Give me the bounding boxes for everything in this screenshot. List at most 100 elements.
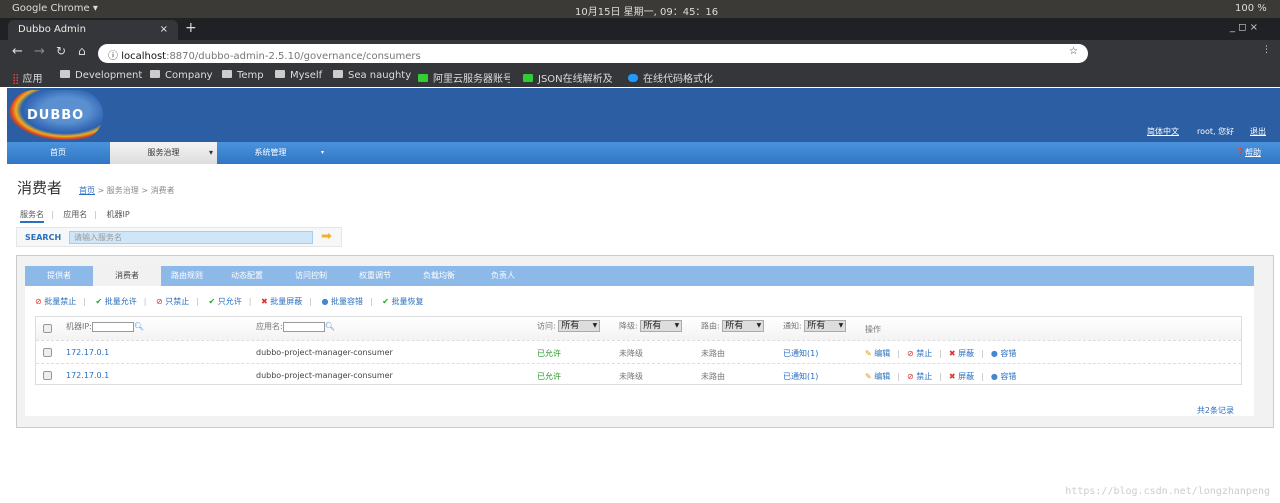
pencil-icon: ✎ (865, 372, 872, 381)
search-input[interactable]: 请输入服务名 (69, 231, 313, 244)
help-link[interactable]: ❓帮助 (1235, 142, 1261, 164)
back-icon[interactable]: ← (12, 44, 23, 59)
batch-allow[interactable]: ✔ 批量允许 (96, 297, 137, 306)
search-label: SEARCH (25, 233, 62, 242)
tab-title: Dubbo Admin (18, 24, 86, 35)
forbid-button[interactable]: ⊘ 禁止 (907, 349, 932, 358)
main-nav: 首页 服务治理 ▾ 系统管理 ▾ ❓帮助 (7, 142, 1280, 164)
window-controls[interactable]: _ ◻ × (1230, 22, 1258, 33)
bookmark[interactable]: 阿里云服务器账号 (418, 70, 510, 85)
search-tab-app[interactable]: 应用名 (63, 210, 87, 219)
service-tabs: 提供者 消费者 路由规则 动态配置 访问控制 权重调节 负载均衡 负责人 (25, 266, 1254, 286)
search-box: SEARCH 请输入服务名 ➡ (16, 227, 342, 247)
tab-loadbalance[interactable]: 负载均衡 (405, 266, 473, 286)
row-checkbox[interactable] (43, 348, 52, 357)
tab-config[interactable]: 动态配置 (213, 266, 281, 286)
search-tab-service[interactable]: 服务名 (20, 210, 44, 223)
tab-providers[interactable]: 提供者 (25, 266, 93, 286)
shield-x-icon: ✖ (261, 297, 268, 306)
app-menu[interactable]: Google Chrome ▾ (12, 3, 98, 14)
nav-system[interactable]: 系统管理 ▾ (217, 142, 325, 164)
notify-select[interactable]: 所有 (804, 320, 847, 332)
address-bar[interactable]: ⓘ localhost:8870/dubbo-admin-2.5.10/gove… (98, 44, 1088, 63)
menu-icon[interactable]: ⋮ (1262, 45, 1271, 55)
tab-weight[interactable]: 权重调节 (341, 266, 409, 286)
forbid-icon: ⊘ (156, 297, 163, 306)
forward-icon[interactable]: → (34, 44, 45, 59)
panel-inner: 提供者 消费者 路由规则 动态配置 访问控制 权重调节 负载均衡 负责人 ⊘ 批… (25, 266, 1254, 416)
notify-link[interactable]: 已通知(1) (783, 348, 818, 359)
batch-shield[interactable]: ✖ 批量屏蔽 (261, 297, 302, 306)
bookmark[interactable]: Sea naughty (333, 70, 411, 81)
search-arrow-button[interactable]: ➡ (321, 229, 332, 244)
search-tab-ip[interactable]: 机器IP (107, 210, 130, 219)
search-icon: 🔍︎ (324, 322, 335, 331)
close-icon[interactable]: × (160, 24, 168, 35)
tab-consumers[interactable]: 消费者 (93, 266, 161, 286)
batch-tolerate[interactable]: ● 批量容错 (322, 297, 364, 306)
tolerate-icon: ● (321, 297, 329, 306)
page-title: 消费者 (17, 179, 63, 197)
row-checkbox[interactable] (43, 371, 52, 380)
os-top-bar: Google Chrome ▾ 10月15日 星期一, 09：45：16 100… (0, 0, 1280, 18)
only-forbid[interactable]: ⊘ 只禁止 (156, 297, 189, 306)
bookmark[interactable]: Temp (222, 70, 264, 81)
breadcrumb: 首页 > 服务治理 > 消费者 (79, 186, 175, 195)
battery: 100 % (1235, 3, 1267, 14)
check-icon: ✔ (208, 297, 216, 306)
bookmark[interactable]: Myself (275, 70, 322, 81)
bookmark[interactable]: Company (150, 70, 213, 81)
bookmark[interactable]: JSON在线解析及 (523, 70, 615, 85)
logout-link[interactable]: 退出 (1250, 126, 1266, 137)
tab-access[interactable]: 访问控制 (277, 266, 345, 286)
shield-button[interactable]: ✖ 屏蔽 (949, 372, 974, 381)
star-icon[interactable]: ☆ (1069, 46, 1078, 57)
shield-button[interactable]: ✖ 屏蔽 (949, 349, 974, 358)
ip-link[interactable]: 172.17.0.1 (66, 348, 109, 357)
breadcrumb-home[interactable]: 首页 (79, 186, 95, 195)
bookmark-apps[interactable]: ⣿ 应用 (12, 70, 43, 85)
route-select[interactable]: 所有 (722, 320, 765, 332)
select-all-checkbox[interactable] (43, 324, 52, 333)
tolerate-icon: ● (990, 349, 998, 358)
batch-forbid[interactable]: ⊘ 批量禁止 (35, 297, 76, 306)
search-icon: 🔍︎ (133, 322, 145, 331)
bookmark[interactable]: Development (60, 70, 142, 81)
reload-icon[interactable]: ↻ (56, 44, 66, 58)
browser-tab[interactable]: Dubbo Admin × (8, 20, 178, 40)
nav-home[interactable]: 首页 (7, 142, 109, 164)
table-header: 机器IP:🔍︎ 应用名:🔍︎ 访问: 所有 降级: 所有 路由: 所有 通知: … (36, 317, 1241, 340)
tab-strip: Dubbo Admin × + _ ◻ × (0, 18, 1280, 40)
site-header: DUBBO 简体中文 root, 您好 退出 (7, 88, 1280, 142)
tolerate-button[interactable]: ● 容错 (991, 349, 1017, 358)
shield-x-icon: ✖ (948, 372, 956, 381)
batch-actions: ⊘ 批量禁止 | ✔ 批量允许 | ⊘ 只禁止 | ✔ 只允许 | ✖ 批量屏蔽 | ● … (35, 297, 424, 306)
batch-recover[interactable]: ✔ 批量恢复 (382, 297, 423, 306)
home-icon[interactable]: ⌂ (78, 44, 86, 58)
forbid-button[interactable]: ⊘ 禁止 (907, 372, 932, 381)
search-type-tabs: 服务名 | 应用名 | 机器IP (20, 209, 130, 223)
degrade-select[interactable]: 所有 (640, 320, 683, 332)
tab-owner[interactable]: 负责人 (469, 266, 537, 286)
ip-link[interactable]: 172.17.0.1 (66, 371, 109, 380)
edit-button[interactable]: ✎ 编辑 (865, 372, 890, 381)
only-allow[interactable]: ✔ 只允许 (209, 297, 242, 306)
nav-governance[interactable]: 服务治理 ▾ (110, 142, 217, 164)
ip-filter-input[interactable] (91, 321, 134, 332)
tolerate-icon: ● (990, 372, 998, 381)
record-count: 共2条记录 (1196, 406, 1234, 415)
bookmark[interactable]: 在线代码格式化 (628, 70, 713, 85)
edit-button[interactable]: ✎ 编辑 (865, 349, 890, 358)
bookmarks-bar: ⣿ 应用 Development Company Temp Myself Sea… (0, 66, 1280, 87)
watermark: https://blog.csdn.net/longzhanpeng (1065, 486, 1270, 497)
language-link[interactable]: 简体中文 (1147, 126, 1179, 137)
access-select[interactable]: 所有 (558, 320, 601, 332)
tab-routes[interactable]: 路由规则 (153, 266, 221, 286)
tolerate-button[interactable]: ● 容错 (991, 372, 1017, 381)
forbid-icon: ⊘ (35, 297, 42, 306)
pencil-icon: ✎ (865, 349, 872, 358)
new-tab-button[interactable]: + (185, 20, 197, 36)
consumer-panel: 提供者 消费者 路由规则 动态配置 访问控制 权重调节 负载均衡 负责人 ⊘ 批… (16, 255, 1274, 428)
notify-link[interactable]: 已通知(1) (783, 371, 818, 382)
app-filter-input[interactable] (282, 321, 325, 332)
